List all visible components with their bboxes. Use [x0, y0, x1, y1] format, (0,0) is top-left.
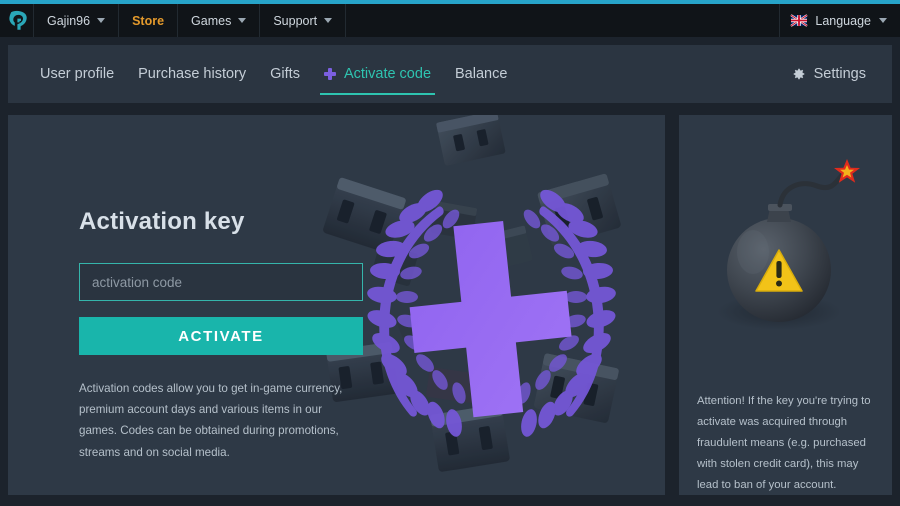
top-bar-right-group: Language: [779, 4, 900, 37]
uk-flag-icon: [790, 14, 808, 27]
chevron-down-icon: [879, 18, 887, 23]
topbar-item-support[interactable]: Support: [260, 4, 347, 37]
tab-label: User profile: [40, 66, 115, 82]
tab-label: Activate code: [343, 66, 432, 82]
top-bar-left-group: Gajin96 Store Games Support: [0, 4, 347, 37]
plus-icon: [323, 68, 336, 80]
activation-form: Activation key ACTIVATE Activation codes…: [79, 208, 363, 463]
nav-items-group: User profile Purchase history Gifts Acti…: [28, 45, 519, 103]
activation-code-input[interactable]: [79, 263, 363, 301]
topbar-item-games[interactable]: Games: [178, 4, 261, 37]
language-label: Language: [815, 13, 871, 28]
settings-label: Settings: [813, 66, 866, 82]
topbar-item-label: Games: [191, 13, 232, 28]
tab-gifts[interactable]: Gifts: [258, 45, 312, 103]
topbar-item-account[interactable]: Gajin96: [34, 4, 120, 37]
gear-icon: [793, 68, 804, 80]
topbar-item-label: Gajin96: [47, 13, 91, 28]
tab-label: Balance: [455, 66, 508, 82]
activate-button[interactable]: ACTIVATE: [79, 317, 363, 355]
chevron-down-icon: [97, 18, 106, 23]
bomb-warning-art: [691, 159, 886, 350]
tab-label: Purchase history: [138, 66, 247, 82]
chevron-down-icon: [324, 18, 333, 23]
chevron-down-icon: [238, 18, 247, 23]
tab-purchase-history[interactable]: Purchase history: [126, 45, 258, 103]
tab-label: Gifts: [270, 66, 300, 82]
topbar-item-label: Support: [273, 13, 318, 28]
tab-balance[interactable]: Balance: [443, 45, 519, 103]
language-selector[interactable]: Language: [779, 4, 900, 37]
warning-panel: Attention! If the key you're trying to a…: [679, 115, 892, 495]
page-title: Activation key: [79, 208, 245, 235]
tab-user-profile[interactable]: User profile: [28, 45, 126, 103]
settings-button[interactable]: Settings: [792, 66, 872, 82]
gaijin-logo-icon[interactable]: [0, 4, 34, 37]
topbar-item-store[interactable]: Store: [119, 4, 179, 37]
topbar-item-label: Store: [132, 13, 165, 28]
main-navigation-bar: User profile Purchase history Gifts Acti…: [8, 45, 892, 103]
activate-code-panel: Activation key ACTIVATE Activation codes…: [8, 115, 665, 495]
tab-activate-code[interactable]: Activate code: [312, 45, 443, 103]
top-bar: Gajin96 Store Games Support Language: [0, 4, 900, 37]
fraud-warning-text: Attention! If the key you're trying to a…: [697, 395, 871, 491]
purple-plus-laurel-wreath-crates-art: [318, 115, 665, 495]
activation-description: Activation codes allow you to get in-gam…: [79, 382, 343, 459]
